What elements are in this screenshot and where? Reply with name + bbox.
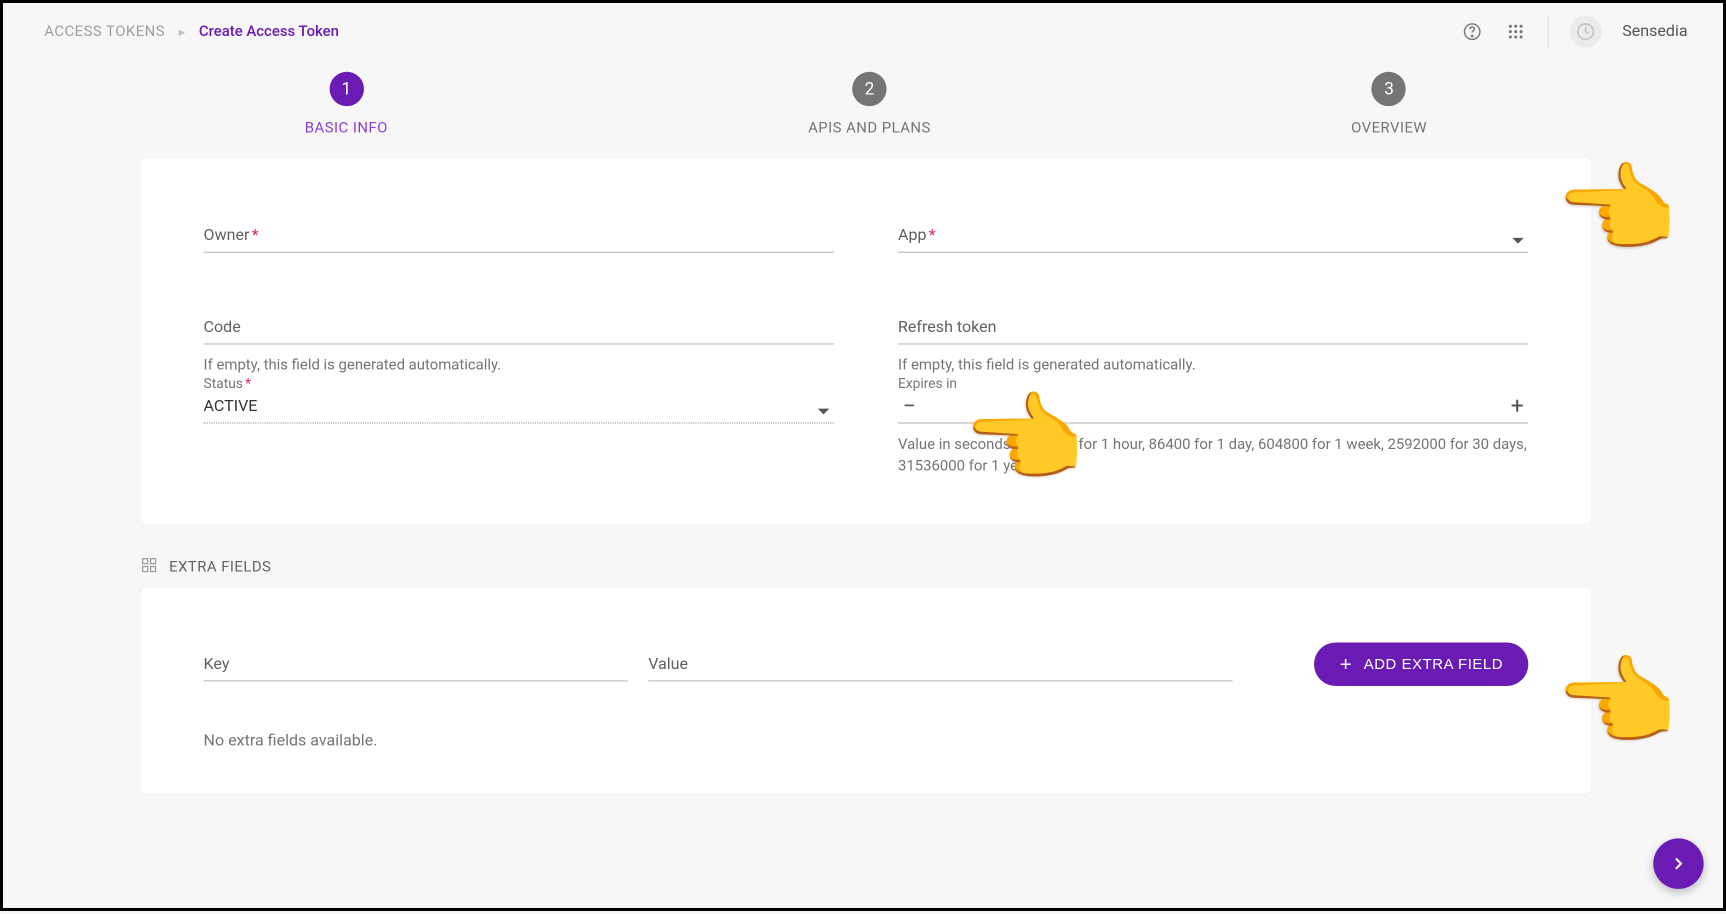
key-label: Key bbox=[204, 655, 230, 673]
refresh-token-field[interactable]: Refresh token bbox=[898, 312, 1528, 344]
extra-fields-title: EXTRA FIELDS bbox=[169, 558, 271, 575]
key-field[interactable]: Key bbox=[204, 649, 628, 681]
step-basic-info[interactable]: 1 BASIC INFO bbox=[305, 72, 388, 137]
value-label: Value bbox=[648, 655, 688, 673]
code-helper: If empty, this field is generated automa… bbox=[204, 356, 834, 378]
step-number: 2 bbox=[852, 72, 886, 106]
minus-icon[interactable]: − bbox=[898, 394, 920, 417]
code-field[interactable]: Code bbox=[204, 312, 834, 344]
apps-icon[interactable] bbox=[1504, 20, 1527, 43]
required-icon: * bbox=[252, 226, 259, 244]
app-field[interactable]: App* bbox=[898, 221, 1528, 253]
chevron-right-icon: ▸ bbox=[179, 24, 185, 39]
required-icon: * bbox=[929, 226, 936, 244]
add-button-label: ADD EXTRA FIELD bbox=[1364, 655, 1503, 672]
breadcrumb: ACCESS TOKENS ▸ Create Access Token bbox=[44, 23, 339, 40]
code-label: Code bbox=[204, 318, 241, 336]
step-label: OVERVIEW bbox=[1351, 120, 1427, 137]
help-icon[interactable] bbox=[1461, 20, 1484, 43]
grid-icon bbox=[141, 556, 158, 578]
chevron-down-icon bbox=[1512, 238, 1523, 244]
topbar-actions: Sensedia bbox=[1461, 16, 1688, 48]
chevron-right-icon bbox=[1668, 853, 1689, 874]
step-label: APIS AND PLANS bbox=[808, 120, 931, 137]
step-apis-plans[interactable]: 2 APIS AND PLANS bbox=[808, 72, 931, 137]
no-extra-fields-message: No extra fields available. bbox=[204, 731, 1529, 749]
chevron-down-icon bbox=[818, 409, 829, 415]
refresh-helper: If empty, this field is generated automa… bbox=[898, 356, 1528, 378]
status-field[interactable]: Status* ACTIVE bbox=[204, 391, 834, 423]
step-overview[interactable]: 3 OVERVIEW bbox=[1351, 72, 1427, 137]
plus-icon: + bbox=[1340, 653, 1353, 674]
extra-fields-card: Key Value + ADD EXTRA FIELD No extra fie… bbox=[141, 587, 1592, 793]
refresh-label: Refresh token bbox=[898, 318, 996, 336]
status-value: ACTIVE bbox=[204, 397, 258, 415]
required-icon: * bbox=[245, 375, 251, 391]
owner-field[interactable]: Owner* bbox=[204, 221, 834, 253]
expires-label: Expires in bbox=[898, 375, 957, 391]
status-label: Status bbox=[204, 375, 243, 391]
breadcrumb-current: Create Access Token bbox=[199, 23, 339, 40]
add-extra-field-button[interactable]: + ADD EXTRA FIELD bbox=[1314, 642, 1528, 686]
next-fab[interactable] bbox=[1653, 838, 1703, 888]
breadcrumb-root[interactable]: ACCESS TOKENS bbox=[44, 23, 165, 40]
divider bbox=[1548, 16, 1549, 48]
step-number: 1 bbox=[329, 72, 363, 106]
basic-info-card: Owner* App* Code If empty, this field is… bbox=[141, 158, 1592, 524]
step-number: 3 bbox=[1372, 72, 1406, 106]
stepper: 1 BASIC INFO 2 APIS AND PLANS 3 OVERVIEW bbox=[3, 58, 1726, 158]
username: Sensedia bbox=[1622, 22, 1687, 40]
plus-icon[interactable]: + bbox=[1506, 394, 1528, 417]
value-field[interactable]: Value bbox=[648, 649, 1232, 681]
owner-label: Owner bbox=[204, 226, 250, 244]
avatar[interactable] bbox=[1570, 16, 1602, 48]
extra-fields-header: EXTRA FIELDS bbox=[141, 551, 1592, 577]
expires-helper: Value in seconds. Ex: 3600 for 1 hour, 8… bbox=[898, 435, 1528, 478]
expires-field[interactable]: Expires in − + bbox=[898, 391, 1528, 423]
step-label: BASIC INFO bbox=[305, 120, 388, 137]
app-label: App bbox=[898, 226, 926, 244]
topbar: ACCESS TOKENS ▸ Create Access Token Sens… bbox=[3, 3, 1726, 58]
